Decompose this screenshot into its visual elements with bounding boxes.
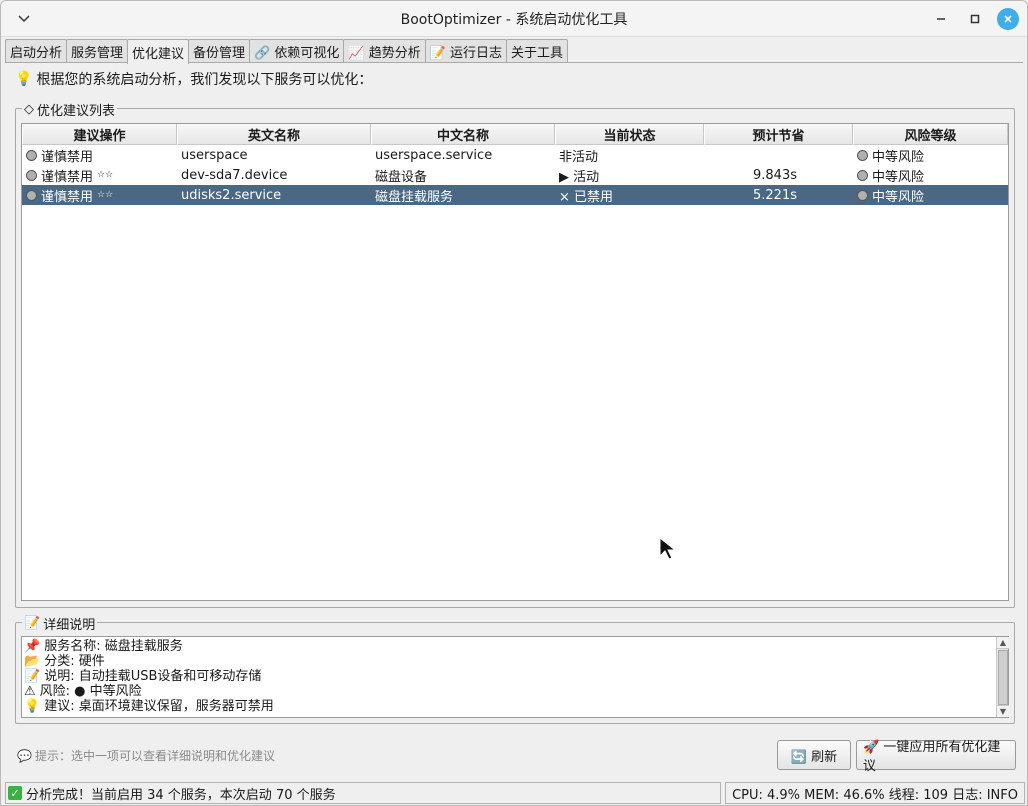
scroll-up-icon[interactable]: ▲ — [997, 637, 1009, 649]
detail-line-description: 📝 说明: 自动挂载USB设备和可移动存储 — [24, 669, 262, 684]
apply-all-button[interactable]: 🚀 一键应用所有优化建议 — [856, 740, 1016, 774]
risk-dot-icon — [857, 149, 868, 161]
cell-en-name: udisks2.service — [181, 187, 282, 203]
suggestions-group-label: ◇ 优化建议列表 — [22, 100, 118, 119]
column-header-action[interactable]: 建议操作 — [22, 124, 177, 145]
warning-icon: ⚠ — [24, 684, 36, 699]
tab-backup-management[interactable]: 备份管理 — [188, 39, 251, 63]
tab-about[interactable]: 关于工具 — [506, 39, 569, 63]
hint-text: 💬 提示：选中一项可以查看详细说明和优化建议 — [17, 748, 275, 764]
lightbulb-icon: 💡 — [24, 699, 41, 714]
tab-dependency-visualization[interactable]: 🔗 依赖可视化 — [249, 39, 345, 63]
table-row[interactable]: 谨慎禁用 userspace userspace.service 非活动 中等风… — [22, 145, 1008, 165]
refresh-button[interactable]: 🔄 刷新 — [777, 740, 851, 770]
cell-saving — [704, 145, 853, 165]
cell-risk: 中等风险 — [853, 145, 1008, 165]
detail-group-label: 📝 详细说明 — [22, 614, 98, 633]
intro-text: 根据您的系统启动分析，我们发现以下服务可以优化： — [36, 72, 373, 88]
risk-dot-icon — [26, 189, 37, 201]
status-message: ✓ 分析完成！当前启用 34 个服务，本次启动 70 个服务 — [5, 782, 722, 804]
close-button[interactable] — [997, 8, 1019, 30]
maximize-button[interactable] — [963, 7, 987, 31]
cell-cn-name: userspace.service — [375, 147, 493, 163]
system-stats: CPU: 4.9% MEM: 46.6% 线程: 109 日志: INFO — [725, 782, 1025, 804]
lightbulb-icon: 💡 — [15, 71, 33, 87]
tab-run-log[interactable]: 📝 运行日志 — [424, 39, 508, 63]
main-tabs: 启动分析 服务管理 优化建议 备份管理 🔗 依赖可视化 📈 趋势分析 📝 运行日… — [5, 39, 569, 64]
minimize-icon — [937, 18, 945, 20]
cell-state: × 已禁用 — [559, 189, 614, 205]
diamond-icon: ◇ — [24, 102, 34, 117]
cell-saving: 9.843s — [753, 167, 797, 183]
column-header-cn-name[interactable]: 中文名称 — [371, 124, 555, 145]
maximize-icon — [970, 14, 980, 24]
pushpin-icon: 📌 — [24, 639, 41, 654]
risk-dot-icon — [857, 189, 868, 201]
speech-bubble-icon: 💬 — [17, 748, 32, 763]
memo-icon: 📝 — [24, 616, 41, 631]
cell-cn-name: 磁盘挂载服务 — [375, 189, 454, 205]
column-header-risk[interactable]: 风险等级 — [853, 124, 1008, 145]
close-icon — [1004, 15, 1012, 23]
cell-risk: 中等风险 — [853, 165, 1008, 185]
risk-dot-icon — [26, 169, 37, 181]
cell-saving: 5.221s — [753, 187, 797, 203]
suggestions-table[interactable]: 建议操作 英文名称 中文名称 当前状态 预计节省 风险等级 谨慎禁用 users… — [21, 123, 1009, 601]
detail-scrollbar[interactable]: ▲ ▼ — [996, 637, 1009, 717]
intro-message: 💡 根据您的系统启动分析，我们发现以下服务可以优化： — [15, 69, 372, 89]
detail-line-risk: ⚠ 风险: ● 中等风险 — [24, 684, 142, 699]
cell-action: 谨慎禁用 ☆☆ — [22, 185, 177, 205]
folder-icon: 📂 — [24, 654, 41, 669]
table-header: 建议操作 英文名称 中文名称 当前状态 预计节省 风险等级 — [22, 124, 1008, 145]
cell-cn-name: 磁盘设备 — [375, 169, 428, 185]
cell-state: ▶ 活动 — [559, 169, 600, 185]
cell-risk: 中等风险 — [853, 185, 1008, 205]
detail-textbox[interactable]: 📌 服务名称: 磁盘挂载服务 📂 分类: 硬件 📝 说明: 自动挂载USB设备和可移动… — [21, 636, 1009, 718]
table-row[interactable]: 谨慎禁用 ☆☆ dev-sda7.device 磁盘设备 ▶ 活动 9.843s … — [22, 165, 1008, 185]
status-bar: ✓ 分析完成！当前启用 34 个服务，本次启动 70 个服务 CPU: 4.9%… — [5, 782, 1025, 804]
cell-en-name: dev-sda7.device — [181, 167, 288, 183]
cell-en-name: userspace — [181, 147, 248, 163]
memo-icon: 📝 — [24, 669, 41, 684]
cell-state: 非活动 — [559, 149, 599, 165]
detail-line-advice: 💡 建议: 桌面环境建议保留，服务器可禁用 — [24, 699, 274, 714]
tab-optimization-suggestions[interactable]: 优化建议 — [127, 39, 190, 64]
cell-action: 谨慎禁用 — [22, 145, 177, 165]
cell-action: 谨慎禁用 ☆☆ — [22, 165, 177, 185]
title-bar: BootOptimizer - 系统启动优化工具 — [1, 1, 1027, 37]
detail-line-category: 📂 分类: 硬件 — [24, 654, 105, 669]
scroll-thumb[interactable] — [998, 650, 1008, 705]
window-title: BootOptimizer - 系统启动优化工具 — [400, 11, 628, 28]
risk-dot-icon — [26, 149, 37, 161]
risk-dot-icon — [857, 169, 868, 181]
table-row-selected[interactable]: 谨慎禁用 ☆☆ udisks2.service 磁盘挂载服务 × 已禁用 5.22… — [22, 185, 1008, 205]
detail-line-service-name: 📌 服务名称: 磁盘挂载服务 — [24, 639, 183, 654]
tab-service-management[interactable]: 服务管理 — [66, 39, 129, 63]
check-icon: ✓ — [8, 786, 22, 800]
tab-trend-analysis[interactable]: 📈 趋势分析 — [343, 39, 426, 63]
minimize-button[interactable] — [929, 7, 953, 31]
column-header-saving[interactable]: 预计节省 — [704, 124, 853, 145]
column-header-en-name[interactable]: 英文名称 — [177, 124, 371, 145]
tab-boot-analysis[interactable]: 启动分析 — [5, 39, 68, 63]
app-window: BootOptimizer - 系统启动优化工具 启动分析 服务管理 优化建议 … — [0, 0, 1028, 806]
scroll-down-icon[interactable]: ▼ — [997, 705, 1009, 717]
window-menu-chevron-icon[interactable] — [15, 10, 33, 28]
column-header-state[interactable]: 当前状态 — [555, 124, 704, 145]
